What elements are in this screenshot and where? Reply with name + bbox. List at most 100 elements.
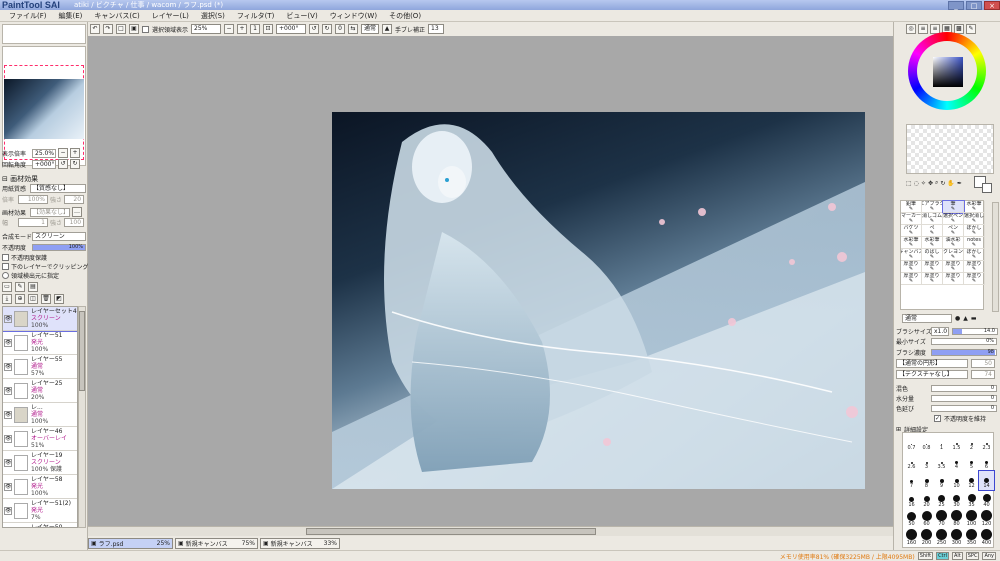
brush-size-preset[interactable]: 14 [978, 470, 995, 491]
brush-size-preset[interactable]: 10 [949, 471, 964, 490]
layer-row[interactable]: 👁 レイヤー25 通常 20% [3, 379, 77, 403]
brush-size-preset[interactable]: 400 [979, 528, 994, 547]
layer-visibility-eye-icon[interactable]: 👁 [4, 410, 12, 419]
brush-size-preset[interactable]: 1 [934, 433, 949, 452]
invert-selection-button[interactable]: ▣ [129, 24, 139, 34]
layer-row[interactable]: 👁 レイヤー58 発光 100% [3, 475, 77, 499]
brush-tool-slot[interactable]: 水彩筆 ✎ [964, 201, 985, 213]
maximize-button[interactable]: □ [966, 0, 982, 10]
brush-tool-slot[interactable]: ぼかし ✎ [964, 225, 985, 237]
brush-size-preset[interactable]: 50 [904, 509, 919, 528]
brush-size-preset[interactable]: 70 [934, 509, 949, 528]
brush-size-preset[interactable]: 2.3 [979, 433, 994, 452]
minimize-button[interactable]: _ [948, 0, 964, 10]
brush-size-preset[interactable]: 120 [979, 509, 994, 528]
brush-size-preset[interactable]: 4 [949, 452, 964, 471]
brush-tool-slot[interactable]: 筆 ✎ [942, 200, 965, 214]
layer-visibility-eye-icon[interactable]: 👁 [4, 362, 12, 371]
tool-grid-scrollbar[interactable] [992, 202, 999, 312]
brush-size-preset[interactable]: 5 [964, 452, 979, 471]
lasso-icon[interactable]: ◌ [914, 180, 919, 187]
brush-tool-slot[interactable]: 鉛筆 ✎ [901, 201, 922, 213]
zoom-out-button[interactable]: − [224, 24, 235, 34]
detail-expand-icon[interactable]: ⊞ [896, 426, 901, 433]
zoom-reset-button[interactable]: 1 [250, 24, 261, 34]
brush-tool-slot[interactable]: ペン ✎ [943, 225, 964, 237]
brush-size-preset[interactable]: 80 [949, 509, 964, 528]
brush-size-mult[interactable]: x1.0 [931, 327, 949, 336]
color-saturation-square[interactable] [933, 57, 963, 87]
layer-visibility-eye-icon[interactable]: 👁 [4, 386, 12, 395]
rotate-reset-button[interactable]: 0 [335, 24, 346, 34]
brush-size-preset[interactable]: 160 [904, 528, 919, 547]
new-linear-layer-icon[interactable]: ✎ [15, 282, 25, 292]
color-wheel-mode-icon[interactable]: ◎ [906, 24, 916, 34]
layer-list[interactable]: 👁 レイヤーセット4 スクリーン 100% 👁 レイヤー51 発光 100% 👁 レイヤー55 通常… [2, 306, 78, 528]
menu-selection[interactable]: 選択(S) [195, 11, 231, 21]
canvas-scroll-thumb[interactable] [306, 528, 596, 535]
layer-visibility-eye-icon[interactable]: 👁 [4, 434, 12, 443]
color-wheel[interactable] [908, 32, 986, 110]
brush-density-slider[interactable]: 98 [931, 349, 997, 356]
brush-tool-slot[interactable]: 水彩筆 ✎ [901, 237, 922, 249]
canvas-artwork[interactable] [332, 112, 865, 489]
brush-tool-slot[interactable]: 選択ペン ✎ [943, 213, 964, 225]
brush-size-preset[interactable]: 7 [904, 471, 919, 490]
brush-tip-flat-icon[interactable]: ▬ [971, 315, 977, 322]
brush-tool-slot[interactable]: マーカー ✎ [901, 213, 922, 225]
move-icon[interactable]: ✥ [928, 180, 933, 187]
layer-mask-icon[interactable]: ◩ [54, 294, 64, 304]
show-selection-checkbox[interactable] [142, 25, 149, 33]
layer-row[interactable]: 👁 レ... 通常 100% [3, 403, 77, 427]
zoom-icon[interactable]: ⌕ [935, 179, 938, 187]
zoom-in-button[interactable]: + [237, 24, 248, 34]
layer-blend-select[interactable]: スクリーン [32, 232, 86, 241]
brush-mode-select[interactable]: 通常 [902, 314, 952, 323]
brush-size-preset[interactable]: 35 [964, 490, 979, 509]
hand-icon[interactable]: ✋ [947, 180, 954, 187]
preserve-opacity-checkbox[interactable] [2, 254, 9, 261]
brush-tip-soft-icon[interactable]: ▲ [963, 315, 968, 322]
layer-row[interactable]: 👁 レイヤー51(2) 発光 7% [3, 499, 77, 523]
canvas-horizontal-scrollbar[interactable] [88, 526, 893, 536]
layer-opacity-slider[interactable]: 100% [32, 244, 86, 251]
brush-tool-slot[interactable]: クレヨン ✎ [943, 249, 964, 261]
brush-size-preset[interactable]: 16 [904, 490, 919, 509]
brush-size-preset[interactable]: 0.7 [904, 433, 919, 452]
brush-tool-slot[interactable]: 消しゴム ✎ [922, 213, 943, 225]
layer-list-scroll-thumb[interactable] [79, 311, 85, 391]
layer-row[interactable]: 👁 レイヤー55 通常 57% [3, 355, 77, 379]
brush-tool-slot[interactable]: 油水彩 ✎ [943, 237, 964, 249]
brush-size-preset[interactable]: 30 [949, 490, 964, 509]
menu-window[interactable]: ウィンドウ(W) [324, 11, 383, 21]
layer-row[interactable]: 👁 レイヤー19 スクリーン 100% 保護 [3, 451, 77, 475]
brush-shape-value[interactable]: 50 [971, 359, 995, 368]
brush-min-slider[interactable]: 0% [931, 338, 997, 345]
paper-effect-width-value[interactable]: 1 [18, 218, 48, 227]
canvas-tab[interactable]: ▣ 新規キャンバス 33% [260, 538, 340, 549]
brush-tool-slot[interactable]: 厚塗り ✎ [922, 273, 943, 285]
layer-visibility-eye-icon[interactable]: 👁 [4, 482, 12, 491]
brush-tip-round-icon[interactable]: ● [955, 315, 960, 322]
trash-icon[interactable]: 🗑 [41, 294, 51, 304]
keep-opacity-row[interactable]: ✓ 不透明度を維持 [934, 414, 986, 423]
close-button[interactable]: × [984, 0, 1000, 10]
paper-magnify-value[interactable]: 100% [18, 195, 48, 204]
menu-view[interactable]: ビュー(V) [280, 11, 323, 21]
nav-zoom-value[interactable]: 25.0% [32, 148, 56, 158]
nav-angle-value[interactable]: +000° [32, 159, 56, 169]
brush-tool-slot[interactable]: キャンバス✎ [901, 249, 922, 261]
brush-size-preset[interactable]: 60 [919, 509, 934, 528]
rect-select-icon[interactable]: ⬚ [906, 180, 912, 187]
brush-tool-slot[interactable]: のばし ✎ [922, 249, 943, 261]
preserve-opacity-row[interactable]: 不透明度保護 [2, 253, 47, 262]
brush-tool-slot[interactable]: ペ ✎ [922, 225, 943, 237]
brush-size-preset[interactable]: 9 [934, 471, 949, 490]
brush-stretch-slider[interactable]: 0 [931, 405, 997, 412]
layer-row[interactable]: 👁レイヤー50オーバーレイ100% [3, 523, 77, 527]
brush-size-preset[interactable]: 2.6 [904, 452, 919, 471]
nav-zoom-in-icon[interactable]: + [70, 148, 80, 158]
clear-layer-icon[interactable]: ◫ [28, 294, 38, 304]
brush-size-preset[interactable]: 8 [919, 471, 934, 490]
rotate-left-button[interactable]: ↺ [309, 24, 320, 34]
